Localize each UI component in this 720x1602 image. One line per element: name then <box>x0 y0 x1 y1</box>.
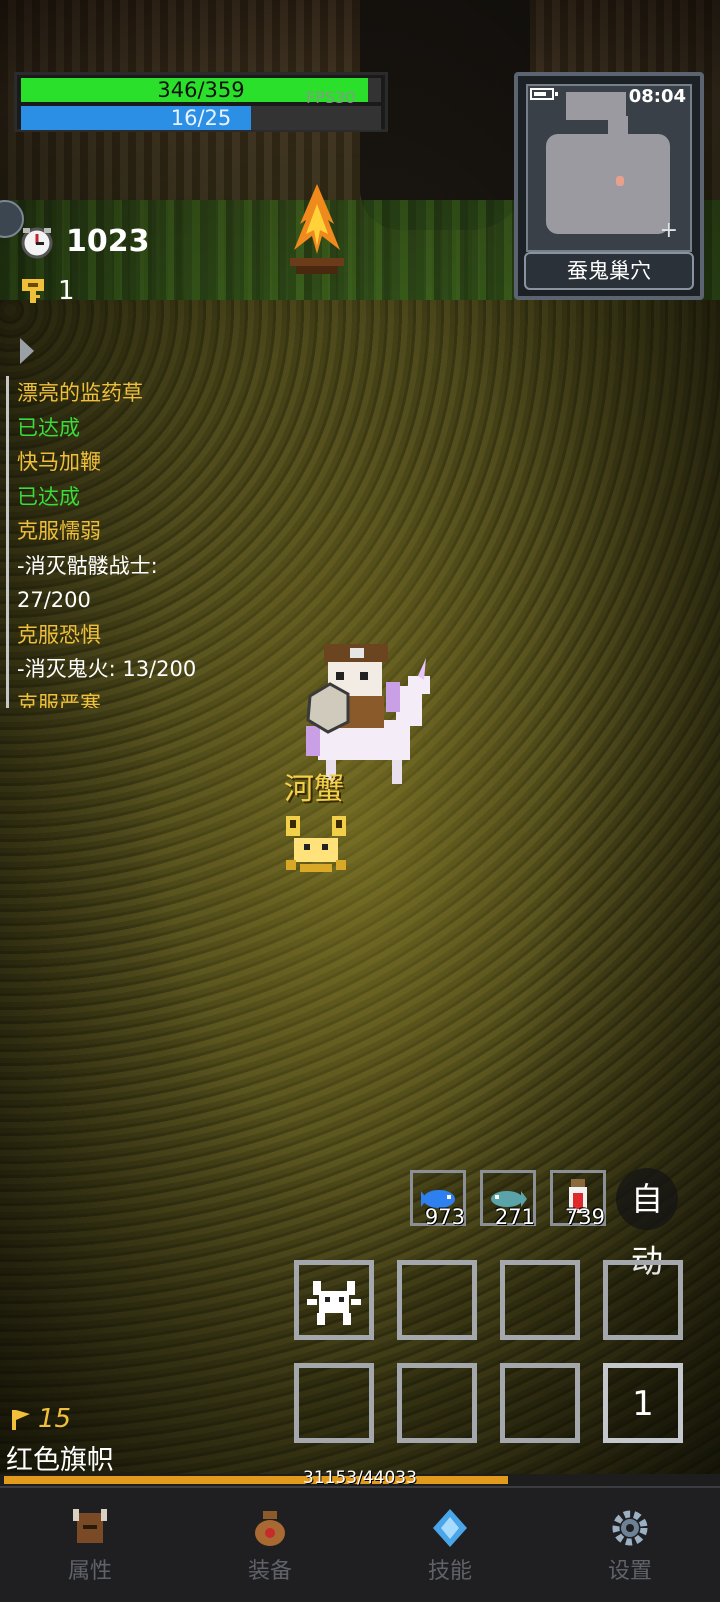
nav-attributes-label: 属性 <box>67 1559 112 1584</box>
nav-settings-label: 设置 <box>607 1559 652 1584</box>
bag-icon <box>255 1511 285 1546</box>
skill-slot-7[interactable] <box>500 1363 580 1443</box>
skill-beast-icon <box>307 1281 361 1325</box>
nav-skills-label: 技能 <box>427 1559 472 1584</box>
quest-line: 漂亮的监药草 <box>17 381 143 405</box>
quest-line: 27/200 <box>17 588 91 612</box>
minimap-corridor <box>608 116 628 136</box>
skill-slot-1[interactable] <box>294 1260 374 1340</box>
nav-attributes[interactable]: 属性 <box>0 1488 180 1602</box>
minimap[interactable]: + 08:04 蚕鬼巢穴 <box>514 72 704 300</box>
quest-line: -消灭鬼火: 13/200 <box>17 657 197 681</box>
nav-equipment[interactable]: 装备 <box>180 1488 360 1602</box>
quest-line: -消灭骷髅战士: <box>17 553 158 578</box>
quest-line: 克服恐惧 <box>17 622 101 647</box>
minimap-area: + <box>526 84 692 252</box>
quest-line: 克服严寒 <box>17 691 101 709</box>
time-stat: 1023 <box>20 224 150 259</box>
campfire-icon <box>290 184 344 274</box>
helmet-icon <box>73 1509 107 1543</box>
potion-count: 739 <box>564 1205 605 1229</box>
expand-map-icon[interactable]: + <box>660 220 678 242</box>
location-name: 蚕鬼巢穴 <box>524 252 694 290</box>
collapse-quests-icon[interactable] <box>20 338 34 364</box>
mp-text: 16/25 <box>170 106 232 130</box>
nav-equipment-label: 装备 <box>247 1559 292 1584</box>
mp-bar: 16/25 <box>21 106 381 130</box>
teal-fish-count: 271 <box>494 1205 535 1229</box>
river-crab-enemy[interactable] <box>282 812 350 878</box>
key-count: 1 <box>58 276 75 306</box>
skill-slot-8[interactable]: 1 <box>603 1363 683 1443</box>
nav-skills[interactable]: 技能 <box>360 1488 540 1602</box>
consumable-teal-fish[interactable]: 271 <box>480 1170 536 1229</box>
key-stat: 1 <box>20 276 75 306</box>
skill-slot-4[interactable] <box>603 1260 683 1340</box>
quest-line: 已达成 <box>17 415 80 440</box>
skill-slot-2[interactable] <box>397 1260 477 1340</box>
time-value: 1023 <box>66 224 150 259</box>
flag-level-value: 15 <box>38 1404 72 1434</box>
skill-slot-number: 1 <box>632 1384 654 1424</box>
fps-counter: FPS30 <box>306 88 356 107</box>
consumable-blue-fish[interactable]: 973 <box>410 1170 466 1229</box>
xp-text: 31153/44033 <box>303 1468 417 1488</box>
flag-level: 15 <box>8 1404 71 1434</box>
skill-slot-3[interactable] <box>500 1260 580 1340</box>
crystal-icon <box>433 1509 467 1547</box>
quest-list[interactable]: 漂亮的监药草 已达成 快马加鞭 已达成 克服懦弱 -消灭骷髅战士: 27/200 克服恐惧 -消… <box>6 376 236 708</box>
bottom-nav: 属性 装备 技能 设置 <box>0 1486 720 1602</box>
skill-slot-6[interactable] <box>397 1363 477 1443</box>
consumable-potion[interactable]: 739 <box>550 1170 606 1229</box>
xp-bar: 31153/44033 <box>0 1468 720 1488</box>
blue-fish-count: 973 <box>424 1205 465 1229</box>
alarm-clock-icon <box>21 227 53 258</box>
key-icon <box>22 279 44 303</box>
battery-icon <box>530 88 558 100</box>
quest-line: 快马加鞭 <box>17 450 101 474</box>
quest-line: 已达成 <box>17 484 80 509</box>
minimap-room <box>546 134 670 234</box>
nav-settings[interactable]: 设置 <box>540 1488 720 1602</box>
quest-line: 克服懦弱 <box>17 519 101 543</box>
flag-level-icon <box>12 1410 30 1430</box>
skill-slot-5[interactable] <box>294 1363 374 1443</box>
auto-button[interactable]: 自动 <box>616 1168 678 1280</box>
clock-time: 08:04 <box>628 86 686 107</box>
gear-icon <box>612 1510 648 1546</box>
player-marker-icon <box>616 176 624 186</box>
enemy-name-label: 河蟹 <box>284 772 344 807</box>
